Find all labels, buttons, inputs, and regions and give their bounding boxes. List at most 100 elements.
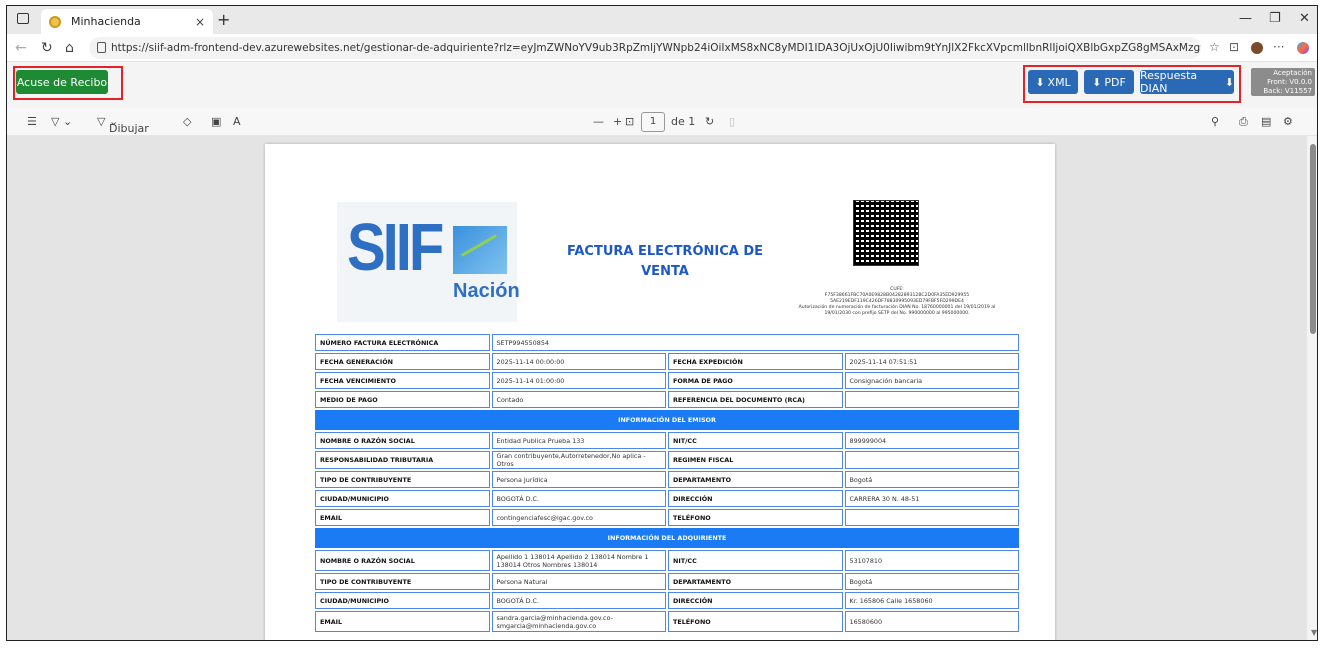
table-row: TIPO DE CONTRIBUYENTE Persona Jurídica DEP… xyxy=(315,471,1019,488)
text-icon[interactable]: ▣ xyxy=(211,115,221,128)
field-value: sandra.garcia@minhacienda.gov.co-smgarci… xyxy=(491,611,666,632)
page-view-icon[interactable]: ▯ xyxy=(729,115,735,128)
field-label: DIRECCIÓN xyxy=(668,592,843,609)
respuesta-dian-button[interactable]: Respuesta DIAN ⬇ xyxy=(1140,69,1234,95)
field-label: DEPARTAMENTO xyxy=(668,471,843,488)
xml-label: XML xyxy=(1047,75,1071,89)
field-label: NIT/CC xyxy=(668,432,843,449)
field-label: NOMBRE O RAZÓN SOCIAL xyxy=(315,550,490,571)
copilot-icon[interactable] xyxy=(1297,42,1309,54)
contents-icon[interactable]: ☰ xyxy=(27,115,37,128)
print-icon[interactable]: ⎙ xyxy=(1239,115,1248,129)
scrollbar-thumb[interactable] xyxy=(1310,144,1316,334)
scrollbar[interactable] xyxy=(1307,136,1317,640)
erase-icon[interactable]: ◇ xyxy=(183,115,191,128)
field-value: 2025-11-14 01:00:00 xyxy=(491,372,666,389)
rotate-icon[interactable]: ↻ xyxy=(705,115,714,128)
invoice-title: FACTURA ELECTRÓNICA DE VENTA xyxy=(565,242,765,282)
browser-tab[interactable]: Minhacienda × xyxy=(41,9,213,34)
invoice-title-line2: VENTA xyxy=(641,264,689,279)
field-label: NIT/CC xyxy=(668,550,843,571)
field-value: 2025-11-14 07:51:51 xyxy=(844,353,1019,370)
table-row: CIUDAD/MUNICIPIO BOGOTÁ D.C. DIRECCIÓN Kr. … xyxy=(315,592,1019,609)
address-bar-row: ← ↻ ⌂ https://siif-adm-frontend-dev.azur… xyxy=(7,34,1317,62)
field-value: contingenciafesc@igac.gov.co xyxy=(491,509,666,526)
logo-graph-icon xyxy=(453,226,507,274)
app-toolbar: Acuse de Recibo ⬇ XML ⬇ PDF Respuesta DI… xyxy=(7,62,1317,108)
field-value: Kr. 165806 Calle 1658060 xyxy=(844,592,1019,609)
restore-icon[interactable]: ❐ xyxy=(1269,11,1281,26)
field-label: TELÉFONO xyxy=(668,611,843,632)
field-value: 16580600 xyxy=(844,611,1019,632)
field-label: MEDIO DE PAGO xyxy=(315,391,490,408)
tab-title: Minhacienda xyxy=(71,15,141,28)
download-icon: ⬇ xyxy=(1092,75,1102,89)
settings-icon[interactable]: ⚙ xyxy=(1283,115,1293,128)
table-row: NÚMERO FACTURA ELECTRÓNICA SETP994550854 xyxy=(315,334,1019,351)
download-icon: ⬇ xyxy=(1035,75,1045,89)
draw-button[interactable]: ▽ Dibujar ⌄ xyxy=(97,115,149,135)
field-label: FECHA VENCIMIENTO xyxy=(315,372,490,389)
field-value xyxy=(844,391,1019,408)
field-value: Persona Jurídica xyxy=(491,471,666,488)
reader-icon[interactable]: ☆ xyxy=(1209,40,1220,54)
minimize-icon[interactable]: — xyxy=(1239,11,1252,26)
field-label: NÚMERO FACTURA ELECTRÓNICA xyxy=(315,334,490,351)
refresh-icon[interactable]: ↻ xyxy=(41,40,53,56)
field-value: 899999004 xyxy=(844,432,1019,449)
dian-authorization: Autorización de numeración de facturació… xyxy=(798,305,996,316)
table-row: RESPONSABILIDAD TRIBUTARIA Gran contribuy… xyxy=(315,451,1019,469)
field-label: NOMBRE O RAZÓN SOCIAL xyxy=(315,432,490,449)
field-value: BOGOTÁ D.C. xyxy=(491,592,666,609)
back-icon[interactable]: ← xyxy=(15,40,27,56)
field-label: CIUDAD/MUNICIPIO xyxy=(315,490,490,507)
tab-close-icon[interactable]: × xyxy=(195,15,205,29)
table-row: EMAIL sandra.garcia@minhacienda.gov.co-sm… xyxy=(315,611,1019,632)
browser-window: Minhacienda × + — ❐ ✕ ← ↻ ⌂ https://siif… xyxy=(6,5,1318,641)
collections-icon[interactable]: ⊡ xyxy=(1229,40,1239,54)
field-label: EMAIL xyxy=(315,509,490,526)
profile-avatar[interactable] xyxy=(1251,42,1263,54)
page-number-input[interactable]: 1 xyxy=(641,112,665,132)
field-label: TIPO DE CONTRIBUYENTE xyxy=(315,573,490,590)
read-aloud-icon[interactable]: A xyxy=(233,115,241,128)
tab-actions-icon[interactable] xyxy=(17,13,29,24)
draw-label: Dibujar xyxy=(108,122,149,135)
field-label: DIRECCIÓN xyxy=(668,490,843,507)
field-label: FECHA GENERACIÓN xyxy=(315,353,490,370)
table-row: FECHA VENCIMIENTO 2025-11-14 01:00:00 FORM… xyxy=(315,372,1019,389)
section-title: INFORMACIÓN DEL EMISOR xyxy=(315,410,1019,430)
table-row: NOMBRE O RAZÓN SOCIAL Apellido 1 138014 A… xyxy=(315,550,1019,571)
field-label: CIUDAD/MUNICIPIO xyxy=(315,592,490,609)
search-icon[interactable]: ⚲ xyxy=(1211,115,1219,128)
page-total: de 1 xyxy=(671,115,696,128)
fit-page-icon[interactable]: ⊡ xyxy=(625,115,634,128)
field-label: FECHA EXPEDICIÓN xyxy=(668,353,843,370)
field-value: Consignación bancaria xyxy=(844,372,1019,389)
table-row: CIUDAD/MUNICIPIO BOGOTÁ D.C. DIRECCIÓN CARR… xyxy=(315,490,1019,507)
close-window-icon[interactable]: ✕ xyxy=(1299,11,1310,26)
zoom-out-icon[interactable]: — xyxy=(593,115,604,128)
table-row: NOMBRE O RAZÓN SOCIAL Entidad Publica Pru… xyxy=(315,432,1019,449)
url-input[interactable]: https://siif-adm-frontend-dev.azurewebsi… xyxy=(89,37,1201,59)
scroll-down-icon[interactable]: ▼ xyxy=(1311,628,1317,637)
field-value: SETP994550854 xyxy=(491,334,1019,351)
table-row: EMAIL contingenciafesc@igac.gov.co TELÉFON… xyxy=(315,509,1019,526)
xml-download-button[interactable]: ⬇ XML xyxy=(1028,70,1078,94)
zoom-in-icon[interactable]: + xyxy=(613,115,622,128)
field-value: Apellido 1 138014 Apellido 2 138014 Nomb… xyxy=(491,550,666,571)
logo-text: SIIF xyxy=(347,210,444,285)
section-header: INFORMACIÓN DEL ADQUIRIENTE xyxy=(315,528,1019,548)
invoice-title-line1: FACTURA ELECTRÓNICA DE xyxy=(566,244,764,259)
download-icon: ⬇ xyxy=(1224,75,1234,89)
pdf-viewer[interactable]: SIIF Nación FACTURA ELECTRÓNICA DE VENTA… xyxy=(7,136,1307,640)
acuse-de-recibo-button[interactable]: Acuse de Recibo xyxy=(16,70,108,94)
highlight-icon[interactable]: ▽ ⌄ xyxy=(51,115,72,128)
favicon-icon xyxy=(49,15,61,28)
more-icon[interactable]: ··· xyxy=(1273,40,1284,54)
home-icon[interactable]: ⌂ xyxy=(65,40,74,56)
save-icon[interactable]: ▤ xyxy=(1261,115,1271,128)
pdf-label: PDF xyxy=(1104,75,1126,89)
new-tab-button[interactable]: + xyxy=(217,10,230,29)
pdf-download-button[interactable]: ⬇ PDF xyxy=(1084,70,1134,94)
